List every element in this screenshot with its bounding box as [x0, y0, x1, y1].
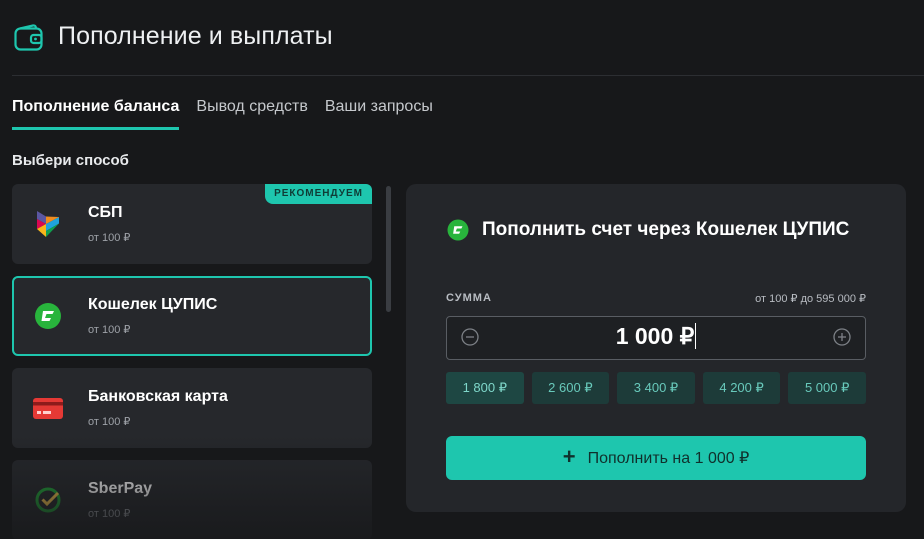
method-name: Банковская карта: [88, 388, 228, 405]
header-divider: [12, 75, 924, 76]
method-sberpay[interactable]: SberPay от 100 ₽: [12, 460, 372, 539]
bank-card-icon: [33, 398, 63, 419]
cupis-logo-icon: [35, 303, 61, 329]
payment-methods-list: СБП от 100 ₽ РЕКОМЕНДУЕМ Кошелек ЦУПИС о…: [12, 184, 372, 539]
amount-range-hint: от 100 ₽ до 595 000 ₽: [755, 293, 866, 305]
preset-amount-button[interactable]: 3 400 ₽: [617, 372, 695, 404]
tab-deposit[interactable]: Пополнение баланса: [12, 98, 180, 130]
plus-icon: +: [562, 444, 576, 469]
amount-presets: 1 800 ₽ 2 600 ₽ 3 400 ₽ 4 200 ₽ 5 000 ₽: [446, 372, 866, 404]
deposit-panel: Пополнить счет через Кошелек ЦУПИС СУММА…: [406, 184, 906, 512]
submit-label: Пополнить на 1 000 ₽: [587, 450, 750, 467]
sberpay-logo-icon: [35, 487, 61, 513]
tab-withdraw[interactable]: Вывод средств: [196, 98, 307, 130]
preset-amount-button[interactable]: 4 200 ₽: [702, 372, 781, 404]
amount-label: СУММА: [446, 292, 492, 304]
amount-value: 1 000 ₽: [447, 322, 865, 350]
cupis-logo-icon: [447, 219, 469, 241]
preset-amount-button[interactable]: 2 600 ₽: [531, 372, 610, 404]
plus-circle-icon[interactable]: [833, 328, 851, 346]
method-bank-card[interactable]: Банковская карта от 100 ₽: [12, 368, 372, 448]
sbp-logo-icon: [37, 211, 59, 237]
method-name: SberPay: [88, 480, 153, 497]
amount-input[interactable]: 1 000 ₽: [446, 316, 866, 360]
header: Пополнение и выплаты: [0, 0, 924, 76]
method-min-amount: от 100 ₽: [88, 232, 131, 244]
preset-amount-button[interactable]: 5 000 ₽: [788, 372, 866, 404]
method-name: СБП: [88, 204, 123, 221]
method-min-amount: от 100 ₽: [88, 416, 131, 428]
method-sbp[interactable]: СБП от 100 ₽ РЕКОМЕНДУЕМ: [12, 184, 372, 264]
panel-title: Пополнить счет через Кошелек ЦУПИС: [482, 219, 850, 240]
methods-scrollbar[interactable]: [386, 186, 391, 312]
wallet-icon: [14, 24, 43, 51]
tab-requests[interactable]: Ваши запросы: [325, 98, 433, 130]
method-min-amount: от 100 ₽: [88, 508, 131, 520]
tabs: Пополнение баланса Вывод средств Ваши за…: [12, 98, 433, 130]
text-caret: [695, 322, 697, 349]
deposit-submit-button[interactable]: + Пополнить на 1 000 ₽: [446, 436, 866, 480]
methods-title: Выбери способ: [12, 152, 129, 169]
preset-amount-button[interactable]: 1 800 ₽: [446, 372, 524, 404]
method-cupis-wallet[interactable]: Кошелек ЦУПИС от 100 ₽: [12, 276, 372, 356]
page-title: Пополнение и выплаты: [58, 22, 333, 50]
amount-value-text: 1 000 ₽: [615, 323, 695, 349]
recommended-badge: РЕКОМЕНДУЕМ: [265, 184, 372, 204]
method-min-amount: от 100 ₽: [88, 324, 131, 336]
method-name: Кошелек ЦУПИС: [88, 296, 218, 313]
